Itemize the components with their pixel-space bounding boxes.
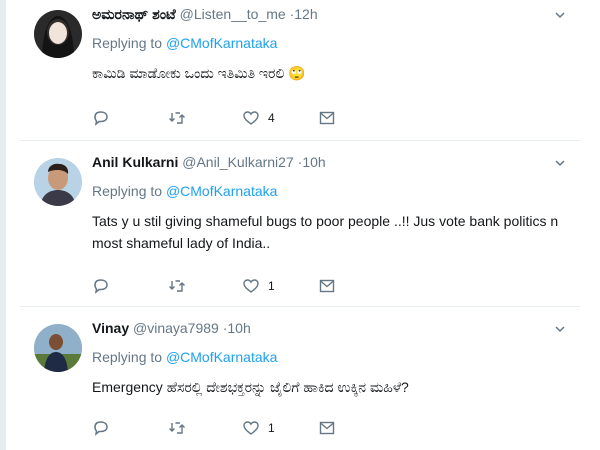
replying-to: Replying to @CMofKarnataka [92, 183, 277, 199]
envelope-icon [319, 111, 335, 125]
like-button[interactable]: 1 [242, 418, 275, 438]
timestamp[interactable]: 12h [294, 6, 317, 22]
tweet-header: Anil Kulkarni @Anil_Kulkarni27 ·10h [92, 154, 326, 170]
tweet-actions: 1 [92, 418, 512, 438]
envelope-icon [319, 279, 335, 293]
avatar[interactable] [34, 10, 82, 58]
like-count: 1 [268, 421, 275, 435]
tweet-3[interactable]: Vinay @vinaya7989 ·10h Replying to @CMof… [20, 314, 580, 450]
retweet-icon [169, 422, 185, 434]
timestamp[interactable]: 10h [227, 320, 250, 336]
retweet-icon [169, 280, 185, 292]
heart-icon [243, 279, 259, 293]
tweet-actions: 4 [92, 108, 512, 128]
scrollbar[interactable] [0, 0, 6, 450]
message-button[interactable] [318, 418, 336, 438]
tweet-2[interactable]: Anil Kulkarni @Anil_Kulkarni27 ·10h Repl… [20, 148, 580, 307]
replying-to-link[interactable]: @CMofKarnataka [166, 35, 277, 51]
tweet-menu-button[interactable] [554, 322, 566, 334]
display-name[interactable]: Vinay [92, 320, 129, 336]
message-button[interactable] [318, 108, 336, 128]
user-handle[interactable]: @vinaya7989 [133, 320, 219, 336]
heart-icon [243, 421, 259, 435]
tweet-text: Tats y u stil giving shameful bugs to po… [92, 213, 559, 251]
tweet-menu-button[interactable] [554, 8, 566, 20]
user-handle[interactable]: @Anil_Kulkarni27 [182, 154, 294, 170]
tweet-1[interactable]: ಅಮರನಾಥ್ ಶಂಟೆ @Listen__to_me ·12h Replyin… [20, 0, 580, 141]
user-handle[interactable]: @Listen__to_me [180, 6, 286, 22]
replying-to-label: Replying to [92, 183, 163, 199]
chevron-down-icon [555, 160, 565, 167]
like-button[interactable]: 1 [242, 276, 275, 296]
like-count: 1 [268, 279, 275, 293]
tweet-text: ಕಾಮಿಡಿ ಮಾಡೋಕು ಒಂದು ಇತಿಮಿತಿ ಇರಲಿ 🙄 [92, 65, 306, 81]
heart-icon [243, 111, 259, 125]
like-button[interactable]: 4 [242, 108, 275, 128]
timestamp[interactable]: 10h [302, 154, 325, 170]
reply-icon [94, 421, 108, 436]
chevron-down-icon [555, 326, 565, 333]
display-name[interactable]: Anil Kulkarni [92, 154, 178, 170]
reply-button[interactable] [92, 276, 110, 296]
retweet-button[interactable] [168, 108, 186, 128]
retweet-icon [169, 112, 185, 124]
envelope-icon [319, 421, 335, 435]
tweet-header: ಅಮರನಾಥ್ ಶಂಟೆ @Listen__to_me ·12h [92, 6, 318, 23]
replying-to-label: Replying to [92, 35, 163, 51]
replying-to: Replying to @CMofKarnataka [92, 349, 277, 365]
retweet-button[interactable] [168, 276, 186, 296]
avatar[interactable] [34, 324, 82, 372]
chevron-down-icon [555, 12, 565, 19]
reply-button[interactable] [92, 108, 110, 128]
replying-to-label: Replying to [92, 349, 163, 365]
tweet-header: Vinay @vinaya7989 ·10h [92, 320, 251, 336]
message-button[interactable] [318, 276, 336, 296]
tweet-menu-button[interactable] [554, 156, 566, 168]
tweet-actions: 1 [92, 276, 512, 296]
retweet-button[interactable] [168, 418, 186, 438]
replying-to-link[interactable]: @CMofKarnataka [166, 349, 277, 365]
reply-button[interactable] [92, 418, 110, 438]
like-count: 4 [268, 111, 275, 125]
avatar[interactable] [34, 158, 82, 206]
reply-icon [94, 111, 108, 126]
replying-to-link[interactable]: @CMofKarnataka [166, 183, 277, 199]
display-name[interactable]: ಅಮರನಾಥ್ ಶಂಟೆ [92, 6, 176, 22]
replying-to: Replying to @CMofKarnataka [92, 35, 277, 51]
tweet-text: Emergency ಹೆಸರಲ್ಲಿ ದೇಶಭಕ್ತರನ್ನು ಜೈಲಿಗೆ ಹ… [92, 379, 409, 395]
reply-icon [94, 279, 108, 294]
